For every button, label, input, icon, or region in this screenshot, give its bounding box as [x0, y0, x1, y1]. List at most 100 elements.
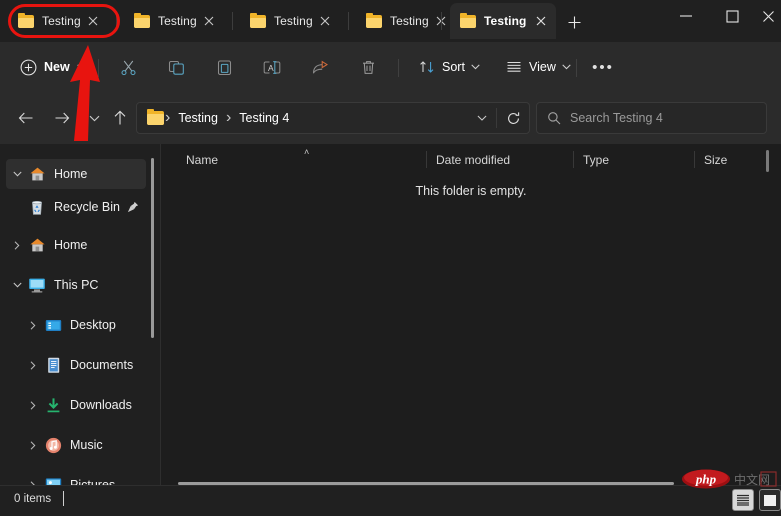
delete-button[interactable] [353, 52, 383, 82]
refresh-button[interactable] [497, 103, 529, 133]
rename-icon: A [263, 60, 280, 74]
folder-icon [134, 12, 150, 28]
chevron-right-icon[interactable] [22, 400, 44, 410]
chevron-down-icon[interactable] [6, 282, 28, 288]
close-icon[interactable] [202, 14, 216, 28]
sort-button-label: Sort [442, 60, 465, 74]
sort-icon [420, 61, 434, 73]
pictures-icon [44, 476, 62, 485]
sidebar-scrollbar[interactable] [151, 158, 154, 338]
sidebar-item-recycle-bin[interactable]: Recycle Bin [6, 192, 146, 222]
tab-testing-1[interactable]: Testing [8, 3, 108, 39]
view-button[interactable]: View [499, 52, 578, 82]
file-list-pane[interactable]: Name ˄ Date modified Type Size This fold… [161, 144, 781, 485]
column-header-label: Type [583, 152, 610, 167]
sidebar-item-this-pc[interactable]: This PC [6, 270, 146, 300]
cut-button[interactable] [113, 52, 143, 82]
folder-icon [366, 12, 382, 28]
chevron-right-icon[interactable] [22, 320, 44, 330]
chevron-right-icon[interactable] [22, 440, 44, 450]
chevron-down-icon [77, 64, 86, 70]
details-view-button[interactable] [732, 489, 754, 511]
tab-label: Testing [484, 14, 527, 28]
tab-testing-2[interactable]: Testing [124, 3, 224, 39]
back-button[interactable] [11, 103, 41, 133]
tab-separator [441, 12, 442, 30]
search-input[interactable]: Search Testing 4 [570, 111, 663, 125]
music-icon [44, 436, 62, 454]
copy-button[interactable] [161, 52, 191, 82]
tab-testing-5-active[interactable]: Testing [450, 3, 556, 39]
column-header-row: Name ˄ Date modified Type Size [161, 144, 781, 175]
recycle-bin-icon [28, 198, 46, 216]
breadcrumb-item-testing[interactable]: Testing [173, 109, 223, 127]
chevron-down-icon[interactable] [6, 171, 28, 177]
tab-separator [232, 12, 233, 30]
tab-separator [116, 12, 117, 30]
sidebar-item-pictures[interactable]: Pictures [6, 470, 146, 485]
paste-button[interactable] [209, 52, 239, 82]
status-caret [63, 491, 64, 506]
column-divider[interactable] [426, 151, 427, 168]
up-button[interactable] [105, 103, 135, 133]
home-icon [28, 165, 46, 183]
chevron-right-icon[interactable] [6, 240, 28, 250]
sidebar-item-home-2[interactable]: Home [6, 230, 146, 260]
new-tab-button[interactable] [562, 10, 586, 34]
column-header-label: Size [704, 152, 728, 167]
sidebar-item-label: Music [70, 438, 103, 452]
column-header-size[interactable]: Size [704, 144, 727, 175]
new-button[interactable]: New [14, 52, 94, 82]
share-button[interactable] [305, 52, 335, 82]
close-icon[interactable] [86, 14, 100, 28]
more-options-button[interactable]: ••• [588, 52, 618, 82]
column-divider[interactable] [573, 151, 574, 168]
clipboard-icon [217, 59, 231, 75]
address-dropdown-button[interactable] [468, 103, 496, 133]
column-header-label: Date modified [436, 152, 511, 167]
command-bar: New A Sort View ••• [0, 42, 781, 92]
tab-testing-3[interactable]: Testing [240, 3, 340, 39]
chevron-right-icon[interactable] [22, 360, 44, 370]
large-icons-view-icon [764, 494, 776, 506]
minimize-button[interactable] [663, 0, 709, 32]
breadcrumb-address-bar[interactable]: › Testing › Testing 4 [136, 102, 530, 134]
sidebar-item-downloads[interactable]: Downloads [6, 390, 146, 420]
forward-button[interactable] [47, 103, 77, 133]
column-divider[interactable] [694, 151, 695, 168]
sidebar-item-home[interactable]: Home [6, 159, 146, 189]
column-header-date-modified[interactable]: Date modified [436, 144, 510, 175]
search-box[interactable]: Search Testing 4 [536, 102, 767, 134]
close-icon [762, 10, 774, 22]
sidebar-item-desktop[interactable]: Desktop [6, 310, 146, 340]
status-bar: 0 items [0, 485, 781, 516]
maximize-button[interactable] [709, 0, 755, 32]
sidebar-item-label: Home [54, 238, 88, 252]
rename-button[interactable]: A [257, 52, 287, 82]
chevron-down-icon [562, 64, 571, 70]
tab-label: Testing [274, 14, 313, 28]
navigation-pane: Home Recycle Bin Home This PC Desktop Do… [0, 144, 152, 485]
sort-button[interactable]: Sort [412, 52, 487, 82]
column-header-type[interactable]: Type [583, 144, 609, 175]
close-icon[interactable] [318, 14, 332, 28]
close-window-button[interactable] [755, 0, 781, 32]
this-pc-icon [28, 276, 46, 294]
sidebar-item-label: Downloads [70, 398, 132, 412]
toolbar-separator [98, 59, 99, 77]
close-icon[interactable] [534, 14, 548, 28]
breadcrumb-item-testing-4[interactable]: Testing 4 [234, 109, 294, 127]
pin-icon [127, 201, 139, 213]
sidebar-item-music[interactable]: Music [6, 430, 146, 460]
item-count-label: 0 items [14, 493, 52, 505]
large-icons-view-button[interactable] [759, 489, 781, 511]
sidebar-item-documents[interactable]: Documents [6, 350, 146, 380]
column-header-name[interactable]: Name [186, 144, 218, 175]
folder-icon [250, 12, 266, 28]
folder-icon [147, 109, 164, 125]
refresh-icon [507, 111, 519, 124]
desktop-icon [44, 316, 62, 334]
sidebar-item-label: Pictures [70, 478, 116, 485]
file-list-vertical-scrollbar[interactable] [766, 150, 769, 172]
search-icon [547, 111, 561, 125]
